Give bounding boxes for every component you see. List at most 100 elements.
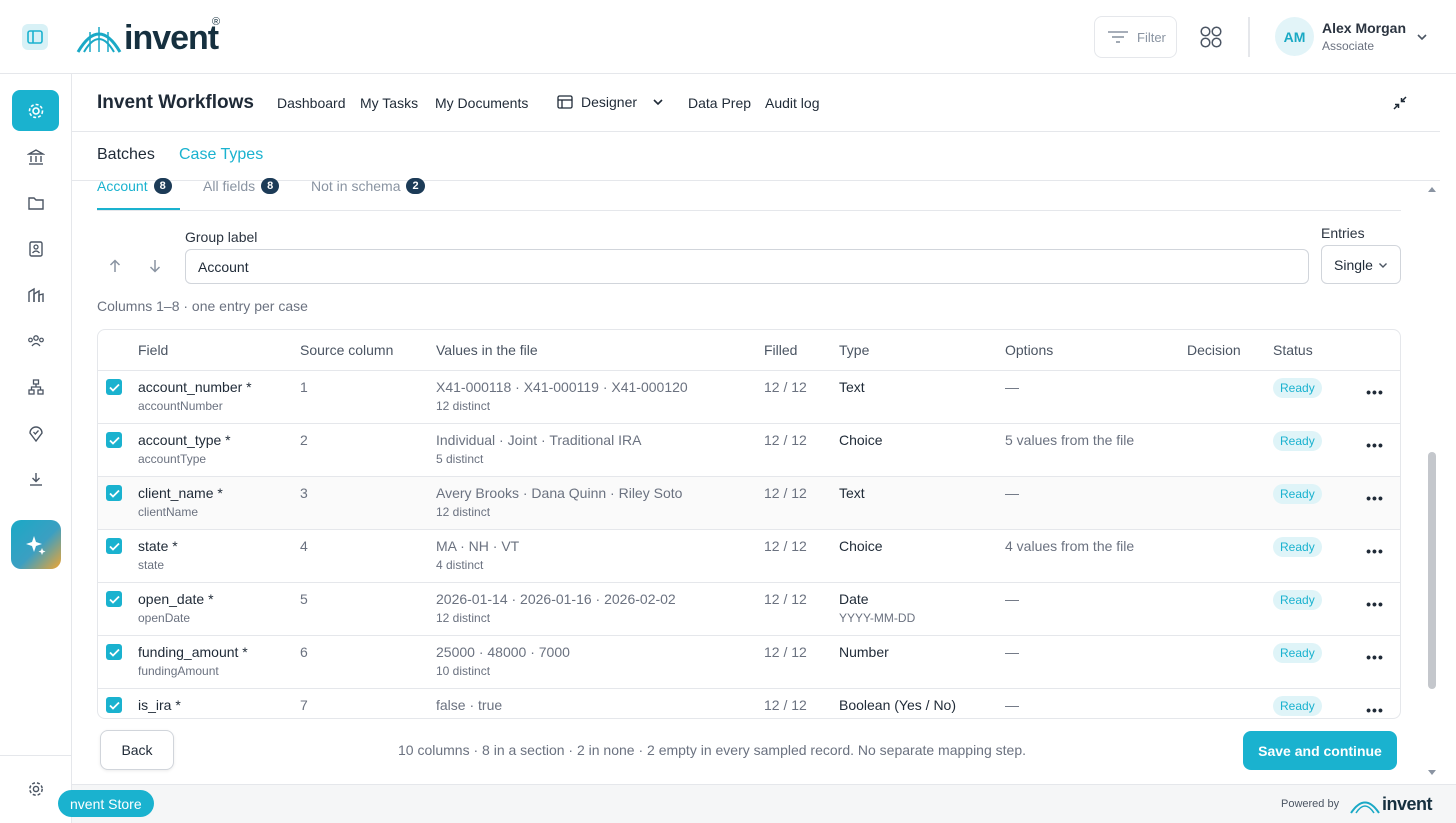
avatar[interactable]: AM [1275, 17, 1314, 56]
column-header[interactable]: Filled [764, 342, 797, 358]
columns-note: Columns 1–8 · one entry per case [97, 298, 308, 314]
field-type[interactable]: Number [839, 644, 889, 660]
field-type[interactable]: Choice [839, 432, 883, 448]
rail-item-download[interactable] [22, 465, 50, 493]
column-header[interactable]: Values in the file [436, 342, 538, 358]
table-row[interactable]: client_name * clientName 3 Avery Brooks … [98, 477, 1400, 530]
filled-count: 12 / 12 [764, 538, 807, 554]
nav-dashboard[interactable]: Dashboard [277, 95, 346, 111]
field-name: state * [138, 538, 178, 554]
section-tab-account[interactable]: Account 8 [97, 178, 172, 194]
sample-values: Individual · Joint · Traditional IRA [436, 432, 642, 448]
field-type[interactable]: Text [839, 379, 865, 395]
save-and-continue-button[interactable]: Save and continue [1243, 731, 1397, 770]
field-name: account_type * [138, 432, 231, 448]
more-options-icon[interactable]: ••• [1366, 542, 1384, 560]
rail-item-bank[interactable] [22, 143, 50, 171]
more-options-icon[interactable]: ••• [1366, 383, 1384, 401]
row-checkbox[interactable] [106, 591, 122, 607]
filled-count: 12 / 12 [764, 485, 807, 501]
nav-designer[interactable]: Designer [557, 94, 665, 110]
row-checkbox[interactable] [106, 379, 122, 395]
column-header[interactable]: Field [138, 342, 168, 358]
status-badge: Ready [1273, 484, 1322, 504]
logo-arch-icon [1350, 801, 1380, 814]
scrollbar-thumb[interactable] [1428, 452, 1436, 689]
row-checkbox[interactable] [106, 432, 122, 448]
table-row[interactable]: open_date * openDate 5 2026-01-14 · 2026… [98, 583, 1400, 636]
rail-item-contacts[interactable] [22, 235, 50, 263]
apps-grid-icon[interactable] [1199, 25, 1223, 49]
fields-table: Field Source column Values in the file F… [97, 329, 1401, 719]
field-type[interactable]: Text [839, 485, 865, 501]
distinct-count: 4 distinct [436, 558, 484, 572]
column-header[interactable]: Options [1005, 342, 1053, 358]
sample-values: 2026-01-14 · 2026-01-16 · 2026-02-02 [436, 591, 676, 607]
field-key: fundingAmount [138, 664, 219, 678]
source-column: 1 [300, 379, 308, 395]
source-column: 3 [300, 485, 308, 501]
field-key: accountNumber [138, 399, 223, 413]
nav-my-documents[interactable]: My Documents [435, 95, 528, 111]
rail-item-buildings[interactable] [22, 281, 50, 309]
rail-item-team[interactable] [22, 327, 50, 355]
table-row[interactable]: account_number * accountNumber 1 X41-000… [98, 371, 1400, 424]
rail-item-workflows[interactable] [12, 90, 59, 131]
logo-text: invent [124, 18, 219, 57]
filled-count: 12 / 12 [764, 379, 807, 395]
row-checkbox[interactable] [106, 644, 122, 660]
logo-registered-mark: ® [212, 16, 221, 28]
nav-my-tasks[interactable]: My Tasks [360, 95, 418, 111]
count-badge: 2 [406, 178, 425, 194]
nav-data-prep[interactable]: Data Prep [688, 95, 751, 111]
sidebar-toggle-icon[interactable] [22, 24, 48, 50]
rail-item-hierarchy[interactable] [22, 373, 50, 401]
more-options-icon[interactable]: ••• [1366, 489, 1384, 507]
more-options-icon[interactable]: ••• [1366, 648, 1384, 666]
collapse-icon[interactable] [1392, 95, 1408, 111]
move-up-icon[interactable] [106, 257, 124, 275]
field-options: 4 values from the file [1005, 538, 1135, 554]
field-options: — [1005, 485, 1019, 501]
entries-select[interactable]: Single [1321, 245, 1401, 284]
field-key: openDate [138, 611, 191, 625]
field-options: — [1005, 591, 1019, 607]
table-row[interactable]: state * state 4 MA · NH · VT 4 distinct … [98, 530, 1400, 583]
table-row[interactable]: funding_amount * fundingAmount 6 25000 ·… [98, 636, 1400, 689]
rail-item-folder[interactable] [22, 189, 50, 217]
tab-batches[interactable]: Batches [97, 146, 155, 164]
group-label-input[interactable] [185, 249, 1309, 284]
more-options-icon[interactable]: ••• [1366, 436, 1384, 454]
section-tab-all-fields[interactable]: All fields 8 [203, 178, 280, 194]
table-row[interactable]: account_type * accountType 2 Individual … [98, 424, 1400, 477]
filled-count: 12 / 12 [764, 432, 807, 448]
tab-case-types[interactable]: Case Types [179, 146, 263, 164]
field-type[interactable]: Date [839, 591, 869, 607]
rail-item-settings[interactable] [22, 775, 50, 803]
row-checkbox[interactable] [106, 485, 122, 501]
source-column: 5 [300, 591, 308, 607]
column-header[interactable]: Type [839, 342, 869, 358]
user-name[interactable]: Alex Morgan [1322, 20, 1406, 36]
row-checkbox[interactable] [106, 697, 122, 713]
row-checkbox[interactable] [106, 538, 122, 554]
column-header[interactable]: Source column [300, 342, 393, 358]
table-row[interactable]: is_ira * 7 false · true 12 / 12 Boolean … [98, 689, 1400, 718]
filter-button[interactable]: Filter [1094, 16, 1177, 58]
chevron-down-icon[interactable] [1414, 29, 1430, 45]
ai-assistant-button[interactable] [11, 520, 61, 569]
move-down-icon[interactable] [146, 257, 164, 275]
more-options-icon[interactable]: ••• [1366, 701, 1384, 718]
rail-item-location[interactable] [22, 419, 50, 447]
field-type[interactable]: Boolean (Yes / No) [839, 697, 956, 713]
nav-audit-log[interactable]: Audit log [765, 95, 819, 111]
section-tab-not-in-schema[interactable]: Not in schema 2 [311, 178, 425, 194]
filled-count: 12 / 12 [764, 697, 807, 713]
field-type[interactable]: Choice [839, 538, 883, 554]
brand-logo[interactable]: invent ® [76, 16, 221, 58]
more-options-icon[interactable]: ••• [1366, 595, 1384, 613]
column-header[interactable]: Status [1273, 342, 1313, 358]
invent-store-button[interactable]: nvent Store [58, 790, 154, 817]
back-button[interactable]: Back [100, 730, 174, 770]
column-header[interactable]: Decision [1187, 342, 1241, 358]
